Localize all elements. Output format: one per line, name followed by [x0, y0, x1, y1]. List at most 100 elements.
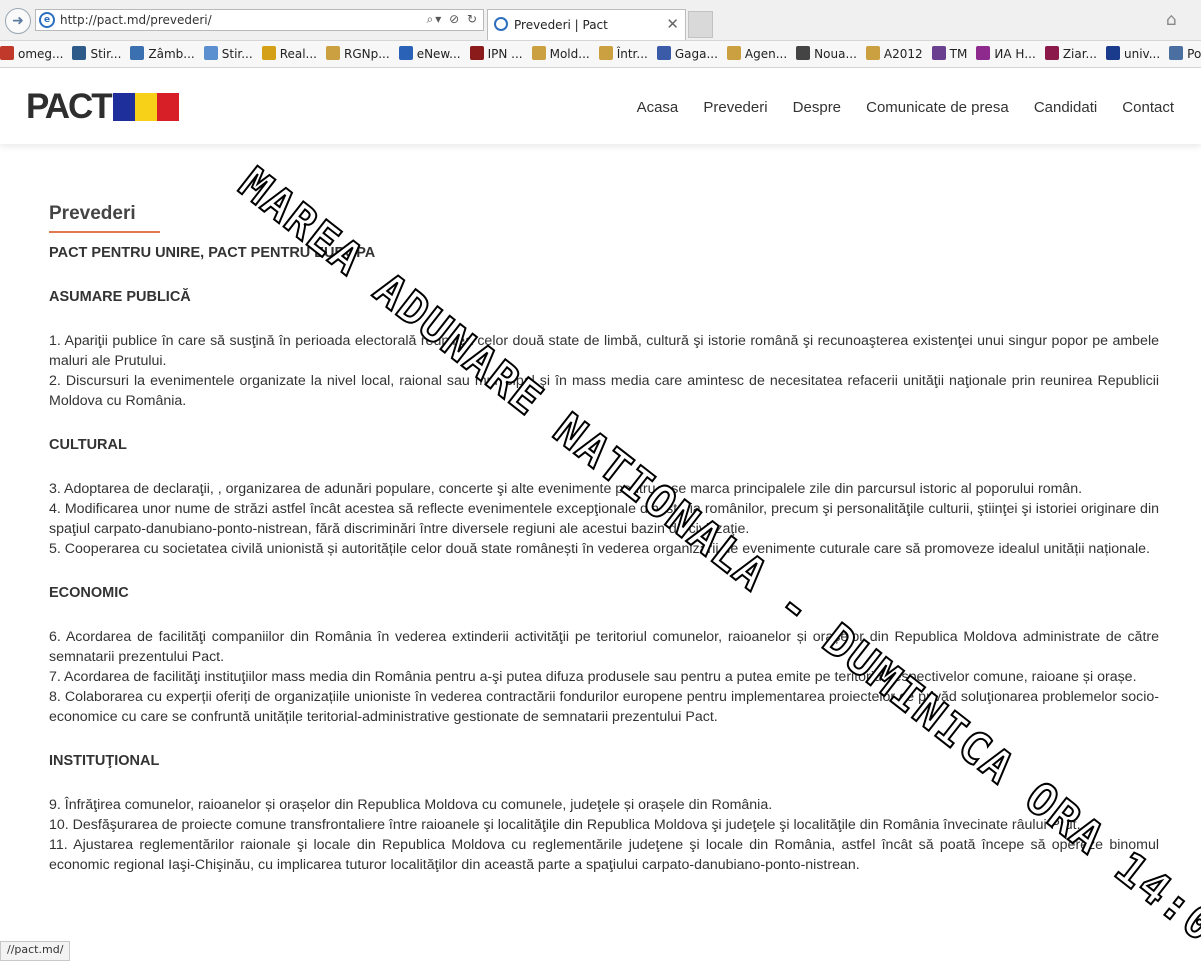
site-logo[interactable]: PACT	[26, 87, 179, 126]
favorite-item[interactable]: Gaga...	[656, 41, 718, 67]
address-bar[interactable]: e http://pact.md/prevederi/ ⌕▾ ⊘ ↻	[35, 9, 484, 31]
logo-text: PACT	[26, 87, 113, 126]
section-heading-cultural: CULTURAL	[49, 437, 127, 453]
favorite-item[interactable]: Poli...	[1169, 41, 1201, 67]
provision-item: 10. Desfăşurarea de proiecte comune tran…	[49, 817, 1081, 833]
favorite-item[interactable]: Stir...	[72, 41, 121, 67]
favorite-item[interactable]: Agen...	[726, 41, 788, 67]
x-icon	[796, 46, 811, 60]
favorite-item[interactable]: Într...	[598, 41, 648, 67]
favorite-label: Noua...	[814, 47, 857, 61]
page-content: Prevederi PACT PENTRU UNIRE, PACT PENTRU…	[49, 200, 1159, 875]
ziar-icon	[1044, 46, 1059, 60]
page-icon	[203, 46, 218, 60]
favorite-item[interactable]: Noua...	[796, 41, 857, 67]
address-url[interactable]: http://pact.md/prevederi/	[60, 13, 212, 27]
provision-item: 6. Acordarea de facilităţi companiilor d…	[49, 629, 1159, 665]
section-heading-institutional: INSTITUŢIONAL	[49, 753, 160, 769]
menu-item-despre[interactable]: Despre	[793, 99, 841, 116]
provision-item: 5. Cooperarea cu societatea civilă union…	[49, 541, 1150, 557]
home-icon[interactable]: ⌂	[1166, 10, 1177, 30]
nt-icon	[976, 46, 991, 60]
favorite-item[interactable]: Stir...	[203, 41, 253, 67]
tab-favicon-icon	[494, 17, 508, 31]
favorite-label: Agen...	[744, 47, 788, 61]
provision-item: 2. Discursuri la evenimentele organizate…	[49, 373, 1159, 409]
page-icon	[726, 46, 741, 60]
favorite-item[interactable]: TM	[931, 41, 968, 67]
page-icon	[531, 46, 546, 60]
page-icon	[598, 46, 613, 60]
favorite-label: A2012	[883, 47, 923, 61]
favorite-label: Zâmb...	[148, 47, 195, 61]
forward-button[interactable]: ➜	[5, 8, 31, 34]
tab-title: Prevederi | Pact	[514, 18, 608, 32]
md-icon	[1106, 46, 1120, 60]
favorite-label: RGNp...	[344, 47, 390, 61]
favorite-item[interactable]: omeg...	[0, 41, 63, 67]
flag-stripe-yellow	[134, 93, 157, 121]
favorite-item[interactable]: A2012	[865, 41, 923, 67]
menu-item-comunicate[interactable]: Comunicate de presa	[866, 99, 1009, 116]
page-icon	[865, 46, 880, 60]
site-header: PACT Acasa Prevederi Despre Comunicate d…	[0, 68, 1201, 144]
favorite-item[interactable]: IPN ...	[469, 41, 523, 67]
favorite-item[interactable]: univ...	[1106, 41, 1160, 67]
favorite-item[interactable]: Real...	[261, 41, 317, 67]
omega-icon	[0, 46, 14, 60]
favorite-label: omeg...	[18, 47, 64, 61]
title-underline	[49, 231, 160, 233]
menu-item-prevederi[interactable]: Prevederi	[703, 99, 767, 116]
menu-item-candidati[interactable]: Candidati	[1034, 99, 1097, 116]
favorite-label: TM	[949, 47, 968, 61]
provision-item: 4. Modificarea unor nume de străzi astfe…	[49, 501, 1159, 537]
flag-stripe-blue	[112, 93, 135, 121]
poli-icon	[1169, 46, 1184, 60]
address-tools-icons[interactable]: ⌕▾ ⊘ ↻	[427, 12, 479, 27]
favorites-bar: omeg... Stir... Zâmb... Stir... Real... RGNp.…	[0, 41, 1201, 68]
favorite-item[interactable]: RGNp...	[326, 41, 390, 67]
provision-item: 9. Înfrăţirea comunelor, raioanelor și o…	[49, 797, 773, 813]
new-tab-button[interactable]	[688, 11, 713, 38]
menu-item-contact[interactable]: Contact	[1122, 99, 1174, 116]
favorite-label: Stir...	[221, 47, 253, 61]
favorite-item[interactable]: Mold...	[531, 41, 590, 67]
page-subtitle: PACT PENTRU UNIRE, PACT PENTRU EUROPA	[49, 245, 376, 261]
favorite-item[interactable]: Ziar...	[1044, 41, 1097, 67]
page-icon	[326, 46, 340, 60]
status-bar-url: //pact.md/	[0, 941, 71, 961]
bee-icon	[261, 46, 276, 60]
favorite-label: univ...	[1124, 47, 1161, 61]
favorite-label: IPN ...	[487, 47, 523, 61]
section-heading-asumare: ASUMARE PUBLICĂ	[49, 289, 191, 305]
eu-icon	[130, 46, 145, 60]
ipn-icon	[469, 46, 484, 60]
browser-tab-active[interactable]: Prevederi | Pact ✕	[487, 9, 686, 40]
provision-item: 1. Apariţii publice în care să susţină î…	[49, 333, 1159, 369]
page-title: Prevederi	[49, 203, 136, 224]
tm-icon	[931, 46, 946, 60]
menu-item-acasa[interactable]: Acasa	[637, 99, 679, 116]
favorite-label: Real...	[279, 47, 317, 61]
provision-item: 11. Ajustarea reglementărilor raionale ş…	[49, 837, 1159, 873]
ie-icon: e	[39, 12, 55, 28]
favorite-label: eNew...	[416, 47, 461, 61]
favorite-label: Într...	[616, 47, 648, 61]
provision-item: 8. Colaborarea cu experții oferiți de or…	[49, 689, 1159, 725]
browser-toolbar: ➜ e http://pact.md/prevederi/ ⌕▾ ⊘ ↻ Pre…	[0, 0, 1201, 41]
favorite-label: Poli...	[1187, 47, 1201, 61]
favorite-item[interactable]: Zâmb...	[130, 41, 195, 67]
favorite-label: Stir...	[90, 47, 122, 61]
n-icon	[72, 46, 87, 60]
flag-icon	[656, 46, 671, 60]
favorite-item[interactable]: ИА Н...	[976, 41, 1036, 67]
e-icon	[398, 46, 413, 60]
favorite-label: Ziar...	[1062, 47, 1097, 61]
favorite-item[interactable]: eNew...	[398, 41, 461, 67]
favorite-label: Mold...	[549, 47, 590, 61]
provision-item: 7. Acordarea de facilităţi instituţiilor…	[49, 669, 1137, 685]
tab-close-icon[interactable]: ✕	[666, 15, 679, 33]
flag-stripe-red	[156, 93, 179, 121]
main-menu: Acasa Prevederi Despre Comunicate de pre…	[617, 97, 1174, 116]
favorite-label: Gaga...	[674, 47, 718, 61]
